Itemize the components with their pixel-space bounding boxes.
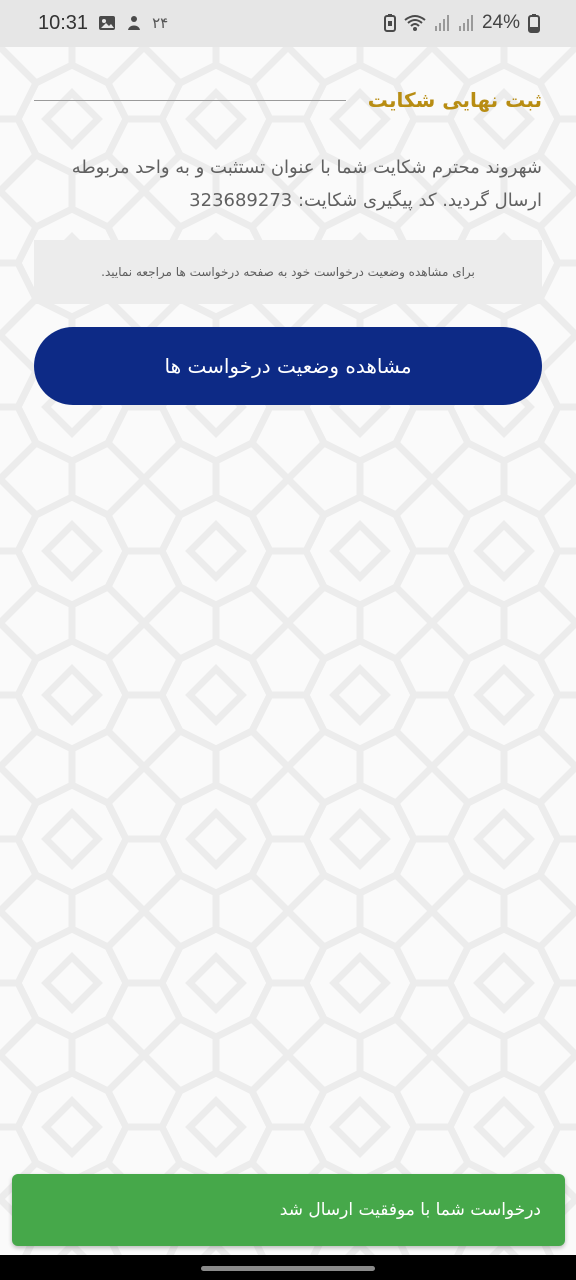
navigation-bar [0,1255,576,1280]
signal-icon [434,14,450,32]
view-requests-button[interactable]: مشاهده وضعیت درخواست ها [34,327,542,405]
home-indicator[interactable] [201,1266,375,1271]
success-toast: درخواست شما با موفقیت ارسال شد [12,1174,565,1246]
status-time: 10:31 [38,11,89,34]
status-left: 10:31 ۲۴ [38,8,168,38]
notification-icon [126,14,142,32]
status-right: 24% [383,8,540,38]
title-divider [34,99,346,101]
toast-text: درخواست شما با موفقیت ارسال شد [279,1200,541,1220]
gallery-icon [98,15,116,31]
header-row: ثبت نهایی شکایت [34,83,542,117]
info-box: برای مشاهده وضعیت درخواست خود به صفحه در… [34,240,542,304]
main-content: ثبت نهایی شکایت شهروند محترم شکایت شما ب… [0,47,576,1255]
battery-icon [528,13,540,33]
status-extra: ۲۴ [152,14,169,32]
view-requests-button-label: مشاهده وضعیت درخواست ها [164,354,412,378]
status-bar: 10:31 ۲۴ 24% [0,0,576,47]
signal-icon-2 [458,14,474,32]
battery-percent: 24% [481,12,520,33]
wifi-icon [404,14,426,32]
background-pattern [0,47,576,1255]
battery-saver-icon [383,14,396,32]
page-title: ثبت نهایی شکایت [367,88,542,112]
info-text: برای مشاهده وضعیت درخواست خود به صفحه در… [101,265,475,279]
confirmation-message: شهروند محترم شکایت شما با عنوان تستثبت و… [71,157,542,211]
